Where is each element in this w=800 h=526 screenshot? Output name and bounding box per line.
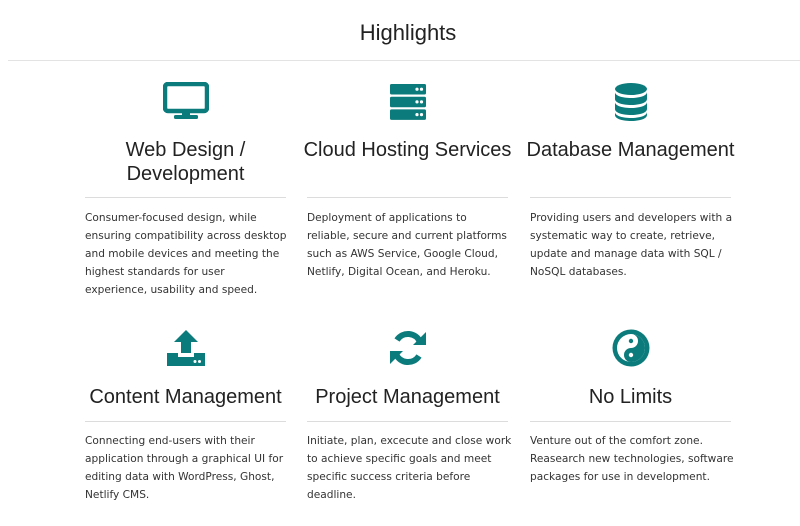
title-divider xyxy=(8,60,800,61)
card-divider xyxy=(307,421,508,422)
card-heading: No Limits xyxy=(588,386,673,408)
card-divider xyxy=(530,197,731,198)
upload-icon xyxy=(85,328,286,368)
card-heading: Project Management xyxy=(315,386,500,408)
card-divider xyxy=(307,197,508,198)
page-title: Highlights xyxy=(359,20,457,45)
card-description: Deployment of applications to reliable, … xyxy=(307,212,507,278)
server-icon xyxy=(307,82,508,122)
card-heading: Web Design / Development xyxy=(125,139,246,185)
sync-icon xyxy=(307,328,508,368)
card-divider xyxy=(85,197,286,198)
card-description: Consumer-focused design, while ensuring … xyxy=(85,212,287,296)
card-heading: Cloud Hosting Services xyxy=(303,139,512,161)
card-divider xyxy=(530,421,731,422)
card-heading: Database Management xyxy=(526,139,735,161)
yin-yang-icon xyxy=(530,328,731,368)
card-description: Providing users and developers with a sy… xyxy=(530,212,733,278)
card-heading: Content Management xyxy=(89,386,282,408)
card-divider xyxy=(85,421,286,422)
card-description: Initiate, plan, excecute and close work … xyxy=(307,435,512,501)
desktop-icon xyxy=(85,82,286,122)
card-description: Connecting end-users with their applicat… xyxy=(85,435,284,501)
card-description: Venture out of the comfort zone. Reasear… xyxy=(530,435,734,483)
highlights-page: Highlights Web Design / Development Cons… xyxy=(0,0,800,526)
database-icon xyxy=(530,82,731,122)
